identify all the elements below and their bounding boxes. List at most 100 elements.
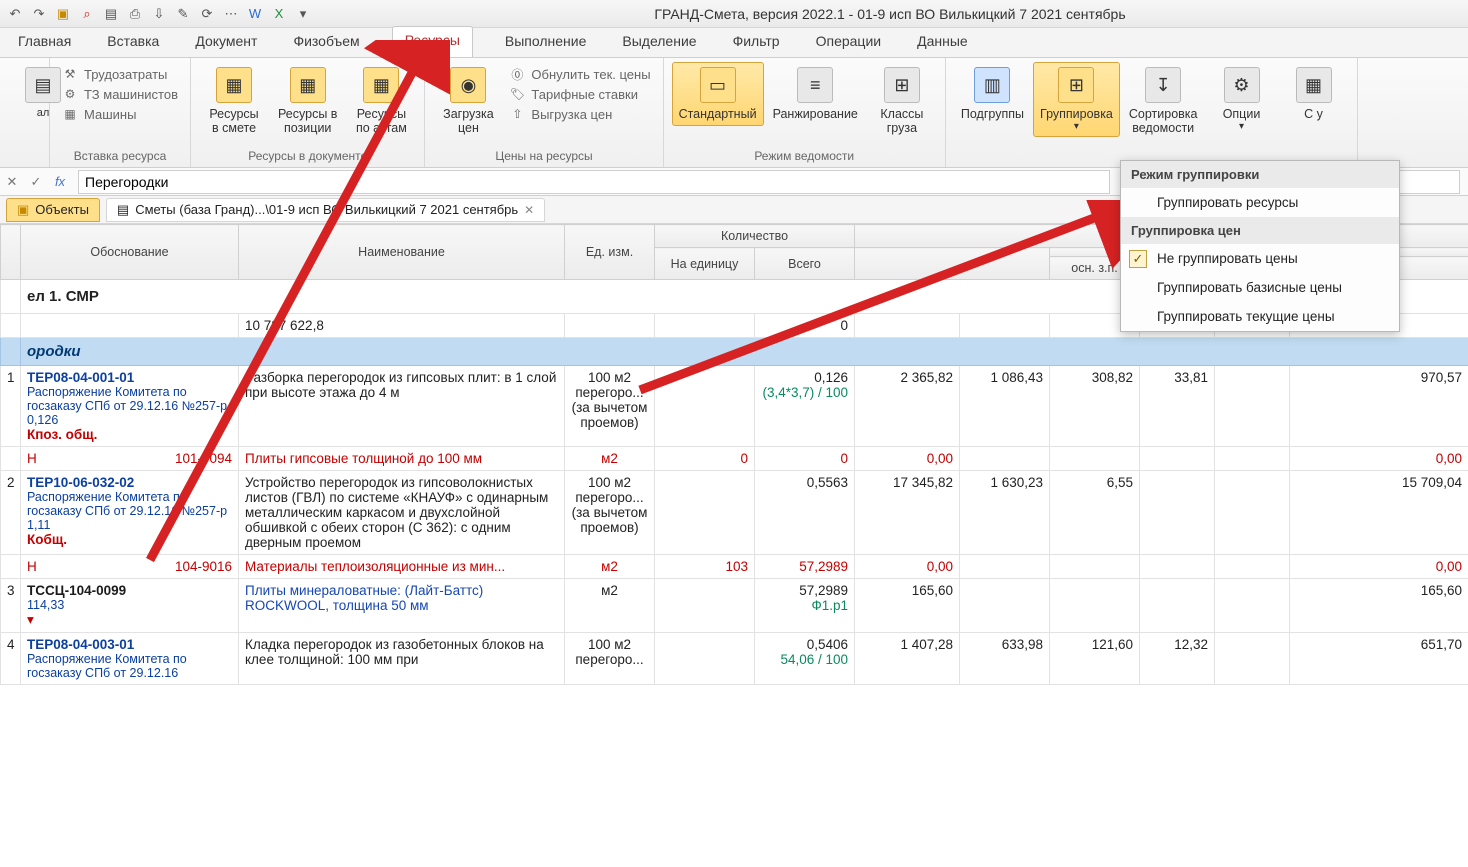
tab-estimate-doc[interactable]: ▤Сметы (база Гранд)...\01-9 исп ВО Вильк… [106,198,545,222]
grid-cell[interactable]: 0,00 [1290,555,1468,579]
resources-in-position-btn[interactable]: ▦Ресурсы в позиции [271,62,344,140]
word-icon[interactable]: W [246,5,264,23]
extra-btn[interactable]: ▦С у [1279,62,1349,126]
grid-cell[interactable]: 33,81 [1140,366,1215,447]
grid-cell[interactable]: 57,2989Ф1.р1 [755,579,855,633]
grid-cell[interactable] [960,447,1050,471]
labor-costs-btn[interactable]: ⚒Трудозатраты [62,66,178,82]
grid-cell[interactable]: 0,00 [1290,447,1468,471]
grid-cell[interactable]: 12,32 [1140,633,1215,685]
grid-cell[interactable]: Материалы теплоизоляционные из мин... [239,555,565,579]
grid-cell[interactable] [1215,555,1290,579]
grid-cell[interactable] [1215,633,1290,685]
tab-insert[interactable]: Вставка [103,27,163,57]
tab-objects[interactable]: ▣Объекты [6,198,100,222]
grid-cell[interactable]: 57,2989 [755,555,855,579]
grid-cell[interactable] [1,280,21,314]
grid-cell[interactable]: 2 [1,471,21,555]
sort-statement-btn[interactable]: ↧Сортировка ведомости [1122,62,1205,140]
export-prices-btn[interactable]: ⇧Выгрузка цен [509,106,650,122]
tab-resources[interactable]: Ресурсы [392,26,473,57]
grid-cell[interactable]: 0,00 [855,447,960,471]
grid-cell[interactable] [1215,366,1290,447]
group-row[interactable]: ородки [1,338,1468,366]
accept-formula-btn[interactable]: ✓ [24,174,48,190]
grid-cell[interactable]: 2 365,82 [855,366,960,447]
grid-cell[interactable]: Н101-9094 [21,447,239,471]
grid-cell[interactable] [855,314,960,338]
grid-cell[interactable] [960,314,1050,338]
grid-cell[interactable] [1,447,21,471]
grid-cell[interactable] [1140,555,1215,579]
grid-cell[interactable]: м2 [565,447,655,471]
grid-cell[interactable] [1,314,21,338]
grid-cell[interactable]: ТССЦ-104-0099114,33▾ [21,579,239,633]
grouping-btn[interactable]: ⊞Группировка▾ [1033,62,1120,137]
tab-physvol[interactable]: Физобъем [289,27,363,57]
load-prices-btn[interactable]: ◉Загрузка цен [433,62,503,140]
grid-cell[interactable] [1050,447,1140,471]
grid-cell[interactable]: 1 [1,366,21,447]
excel-icon[interactable]: X [270,5,288,23]
machines-btn[interactable]: ▦Машины [62,106,178,122]
grid-cell[interactable]: 0,126(3,4*3,7) / 100 [755,366,855,447]
grid-cell[interactable]: 6,55 [1050,471,1140,555]
tab-selection[interactable]: Выделение [618,27,700,57]
grid-cell[interactable]: 0,540654,06 / 100 [755,633,855,685]
redo-icon[interactable]: ↷ [30,5,48,23]
refresh-icon[interactable]: ⟳ [198,5,216,23]
grid-cell[interactable]: 100 м2 перегоро... (за вычетом проемов) [565,366,655,447]
col-per-unit[interactable]: На единицу [655,248,755,280]
grid-cell[interactable]: ТЕР08-04-001-01Распоряжение Комитета по … [21,366,239,447]
grid-cell[interactable] [1050,555,1140,579]
grid-cell[interactable]: ТЕР08-04-003-01Распоряжение Комитета по … [21,633,239,685]
grid-cell[interactable]: 4 [1,633,21,685]
grid-cell[interactable]: м2 [565,555,655,579]
grid-cell[interactable]: 100 м2 перегоро... [565,633,655,685]
grid-cell[interactable]: 100 м2 перегоро... (за вычетом проемов) [565,471,655,555]
grid-cell[interactable]: ородки [21,338,1468,366]
cargo-classes-btn[interactable]: ⊞Классы груза [867,62,937,140]
grid-cell[interactable] [655,314,755,338]
grid-cell[interactable] [1140,579,1215,633]
grid-cell[interactable]: 1 086,43 [960,366,1050,447]
ranking-btn[interactable]: ≡Ранжирование [766,62,865,126]
open-icon[interactable]: ▣ [54,5,72,23]
table-row[interactable]: 1ТЕР08-04-001-01Распоряжение Комитета по… [1,366,1468,447]
grid-cell[interactable]: 15 709,04 [1290,471,1468,555]
grid-cell[interactable]: 0 [755,447,855,471]
close-tab-btn[interactable]: ✕ [524,203,534,217]
col-unit[interactable]: Ед. изм. [565,225,655,280]
tab-document[interactable]: Документ [191,27,261,57]
grid-cell[interactable]: м2 [565,579,655,633]
table-row[interactable]: Н101-9094Плиты гипсовые толщиной до 100 … [1,447,1468,471]
tab-data[interactable]: Данные [913,27,972,57]
table-row[interactable]: 3ТССЦ-104-0099114,33▾Плиты минераловатны… [1,579,1468,633]
grid-cell[interactable]: 1 630,23 [960,471,1050,555]
undo-icon[interactable]: ↶ [6,5,24,23]
grid-cell[interactable] [655,633,755,685]
col-name[interactable]: Наименование [239,225,565,280]
tab-filter[interactable]: Фильтр [729,27,784,57]
dropdown-icon[interactable]: ▾ [294,5,312,23]
grid-cell[interactable]: Разборка перегородок из гипсовых плит: в… [239,366,565,447]
table-row[interactable]: 4ТЕР08-04-003-01Распоряжение Комитета по… [1,633,1468,685]
grid-cell[interactable]: Кладка перегородок из газобетонных блоко… [239,633,565,685]
subgroups-btn[interactable]: ▥Подгруппы [954,62,1031,126]
grid-cell[interactable]: 651,70 [1290,633,1468,685]
grid-cell[interactable] [655,579,755,633]
grid-cell[interactable]: 3 [1,579,21,633]
grid-cell[interactable] [1050,579,1140,633]
grid-cell[interactable] [1,555,21,579]
grid-cell[interactable] [1215,447,1290,471]
export-icon[interactable]: ⇩ [150,5,168,23]
tab-main[interactable]: Главная [14,27,75,57]
grid-cell[interactable] [21,314,239,338]
col-total[interactable]: Всего [755,248,855,280]
grid-cell[interactable]: 1 407,28 [855,633,960,685]
grid-cell[interactable] [960,555,1050,579]
menu-no-price-grouping[interactable]: ✓Не группировать цены [1121,244,1399,273]
grid-cell[interactable]: 165,60 [1290,579,1468,633]
grid-cell[interactable] [1,338,21,366]
grid-cell[interactable] [960,579,1050,633]
